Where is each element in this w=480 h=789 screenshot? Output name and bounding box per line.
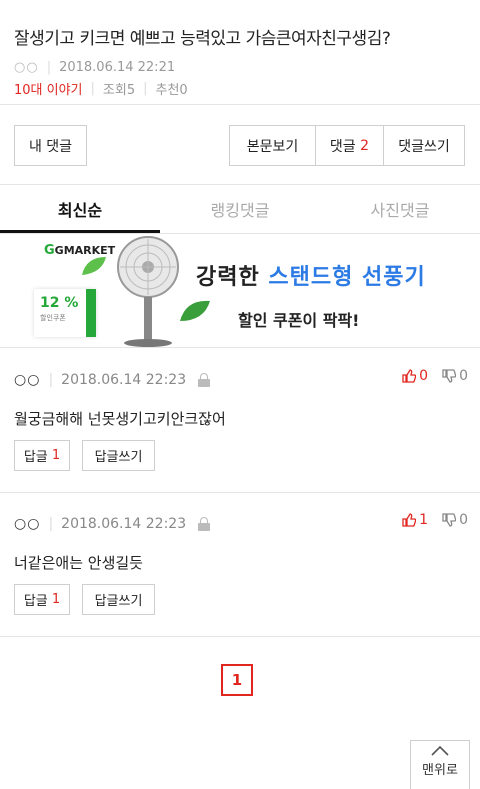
comment-author: ○○ <box>14 372 41 388</box>
thumbs-up-icon <box>402 369 417 383</box>
comment-votes: 1 0 <box>402 512 468 528</box>
comment-meta: ○○ | 2018.06.14 22:23 <box>14 370 211 390</box>
thumbs-down-icon <box>442 513 457 527</box>
comment-author: ○○ <box>14 516 41 532</box>
post-meta: ○○ | 2018.06.14 22:21 <box>14 58 466 76</box>
separator: | <box>143 80 148 96</box>
comment-item: ○○ | 2018.06.14 22:23 1 0 너같은애는 안생길듯 답글 … <box>0 493 480 636</box>
post-author: ○○ <box>14 59 39 75</box>
downvote-button[interactable]: 0 <box>442 512 468 528</box>
separator: | <box>48 372 54 388</box>
separator: | <box>48 516 54 532</box>
view-body-button[interactable]: 본문보기 <box>230 126 315 165</box>
comment-votes: 0 0 <box>402 368 468 384</box>
write-comment-button[interactable]: 댓글쓰기 <box>383 126 464 165</box>
comment-sort-tabs: 최신순 랭킹댓글 사진댓글 <box>0 185 480 234</box>
board-link[interactable]: 10대 이야기 <box>14 79 83 98</box>
banner-headline: 강력한 스탠드형 선풍기 <box>196 265 426 290</box>
coupon-bar <box>86 289 96 337</box>
write-reply-button[interactable]: 답글쓰기 <box>82 584 155 615</box>
post-views: 조회5 <box>102 82 136 98</box>
stand-fan-image <box>117 236 179 347</box>
comments-label: 댓글 <box>329 138 356 155</box>
coupon-card: 12 % 할인쿠폰 <box>34 289 96 337</box>
separator: | <box>46 59 52 75</box>
reply-button[interactable]: 답글 1 <box>14 440 70 471</box>
coupon-label: 할인쿠폰 <box>40 314 66 322</box>
my-comments-button[interactable]: 내 댓글 <box>14 125 87 166</box>
comment-text: 너같은애는 안생길듯 <box>14 554 143 572</box>
thumbs-down-icon <box>442 369 457 383</box>
thumbs-up-icon <box>402 513 417 527</box>
reply-button[interactable]: 답글 1 <box>14 584 70 615</box>
downvote-button[interactable]: 0 <box>442 368 468 384</box>
post-datetime: 2018.06.14 22:21 <box>59 59 176 75</box>
post-header: 잘생기고 키크면 예쁘고 능력있고 가슴큰여자친구생김? ○○ | 2018.0… <box>0 0 480 104</box>
upvote-button[interactable]: 1 <box>402 512 428 528</box>
banner-subline: 할인 쿠폰이 팍팍! <box>234 307 364 331</box>
scroll-top-button[interactable]: 맨위로 <box>410 740 470 789</box>
comments-count: 2 <box>360 137 370 154</box>
post-recommends: 추천0 <box>155 82 188 98</box>
comments-button[interactable]: 댓글 2 <box>315 126 383 165</box>
separator: | <box>90 80 95 96</box>
chevron-up-icon <box>431 745 449 756</box>
gmarket-g-icon: G <box>44 243 55 258</box>
comment-datetime: 2018.06.14 22:23 <box>61 516 187 532</box>
comment-meta: ○○ | 2018.06.14 22:23 <box>14 514 211 534</box>
comment-datetime: 2018.06.14 22:23 <box>61 372 187 388</box>
post-title: 잘생기고 키크면 예쁘고 능력있고 가슴큰여자친구생김? <box>14 29 391 49</box>
ad-banner[interactable]: GGMARKET 12 % 할인쿠폰 강력한 스탠드형 선풍기 할인 쿠폰이 팍… <box>0 235 480 347</box>
comment-text: 월궁금해해 넌못생기고키안크잖어 <box>14 410 226 428</box>
coupon-percent: 12 % <box>40 295 79 311</box>
scroll-top-label: 맨위로 <box>422 763 458 778</box>
upvote-button[interactable]: 0 <box>402 368 428 384</box>
divider <box>0 636 480 637</box>
page-number-current[interactable]: 1 <box>221 664 253 696</box>
tab-latest[interactable]: 최신순 <box>0 185 160 233</box>
lock-icon <box>198 373 211 387</box>
post-stats: 10대 이야기 | 조회5 | 추천0 <box>14 78 466 98</box>
lock-icon <box>198 517 211 531</box>
tab-ranking[interactable]: 랭킹댓글 <box>160 185 320 233</box>
comment-item: ○○ | 2018.06.14 22:23 0 0 월궁금해해 넌못생기고키안크… <box>0 348 480 492</box>
write-reply-button[interactable]: 답글쓰기 <box>82 440 155 471</box>
divider <box>0 104 480 105</box>
tab-photo[interactable]: 사진댓글 <box>320 185 480 233</box>
comment-action-group: 본문보기 댓글 2 댓글쓰기 <box>229 125 465 166</box>
